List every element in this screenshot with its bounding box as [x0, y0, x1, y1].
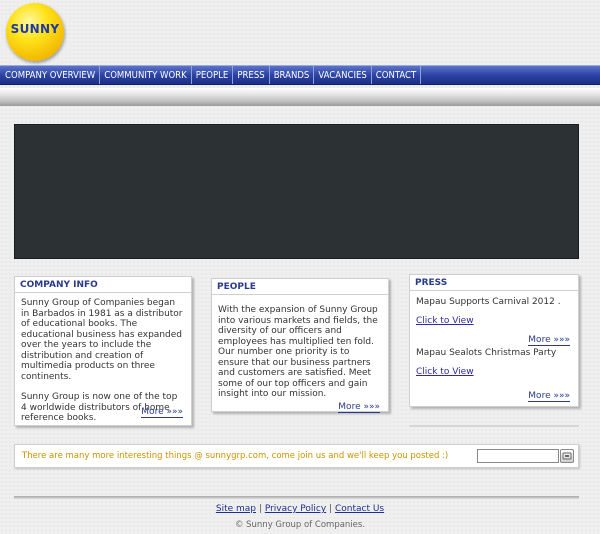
press-click-to-view-link-2[interactable]: Click to View: [416, 367, 474, 377]
company-info-more-link[interactable]: More »»»: [141, 407, 183, 418]
people-text: With the expansion of Sunny Group into v…: [218, 305, 378, 399]
footer-contact-us-link[interactable]: Contact Us: [335, 504, 384, 514]
sunny-logo[interactable]: SUNNY: [6, 3, 64, 61]
footer-separator: |: [258, 504, 262, 514]
header-divider-bar: [0, 88, 600, 106]
main-nav: COMPANY OVERVIEW COMMUNITY WORK PEOPLE P…: [0, 65, 600, 85]
people-panel: PEOPLE With the expansion of Sunny Group…: [211, 278, 389, 413]
search-icon: [562, 452, 572, 460]
people-more-link[interactable]: More »»»: [338, 402, 380, 413]
hero-banner: [14, 124, 579, 259]
search-input[interactable]: [477, 449, 559, 463]
press-more-link-2[interactable]: More »»»: [528, 391, 570, 402]
nav-people[interactable]: PEOPLE: [192, 66, 234, 84]
footer-divider: [14, 496, 579, 499]
press-headline-2: Mapau Sealots Christmas Party: [416, 348, 557, 358]
search-button[interactable]: [560, 449, 574, 463]
footer-links: Site map | Privacy Policy | Contact Us: [0, 504, 600, 514]
footer-privacy-policy-link[interactable]: Privacy Policy: [265, 504, 326, 514]
people-title: PEOPLE: [212, 279, 388, 295]
company-info-text: Sunny Group of Companies began in Barbad…: [21, 298, 183, 382]
company-info-title: COMPANY INFO: [15, 277, 191, 293]
nav-press[interactable]: PRESS: [233, 66, 270, 84]
press-click-to-view-link[interactable]: Click to View: [416, 316, 474, 326]
press-title: PRESS: [410, 275, 578, 291]
company-info-panel: COMPANY INFO Sunny Group of Companies be…: [14, 276, 192, 426]
nav-company-overview[interactable]: COMPANY OVERVIEW: [0, 66, 101, 84]
nav-contact[interactable]: CONTACT: [372, 66, 422, 84]
nav-community-work[interactable]: COMMUNITY WORK: [100, 66, 192, 84]
newsletter-strip: There are many more interesting things @…: [14, 444, 579, 468]
press-headline: Mapau Supports Carnival 2012 .: [416, 297, 561, 307]
copyright-text: © Sunny Group of Companies.: [234, 520, 366, 530]
footer-separator: |: [329, 504, 333, 514]
nav-brands[interactable]: BRANDS: [270, 66, 315, 84]
press-panel: PRESS Mapau Supports Carnival 2012 . Cli…: [409, 274, 579, 407]
footer-site-map-link[interactable]: Site map: [216, 504, 256, 514]
logo-text: SUNNY: [10, 22, 60, 36]
strip-message: There are many more interesting things @…: [22, 451, 449, 461]
press-divider: [409, 425, 579, 427]
nav-vacancies[interactable]: VACANCIES: [314, 66, 372, 84]
